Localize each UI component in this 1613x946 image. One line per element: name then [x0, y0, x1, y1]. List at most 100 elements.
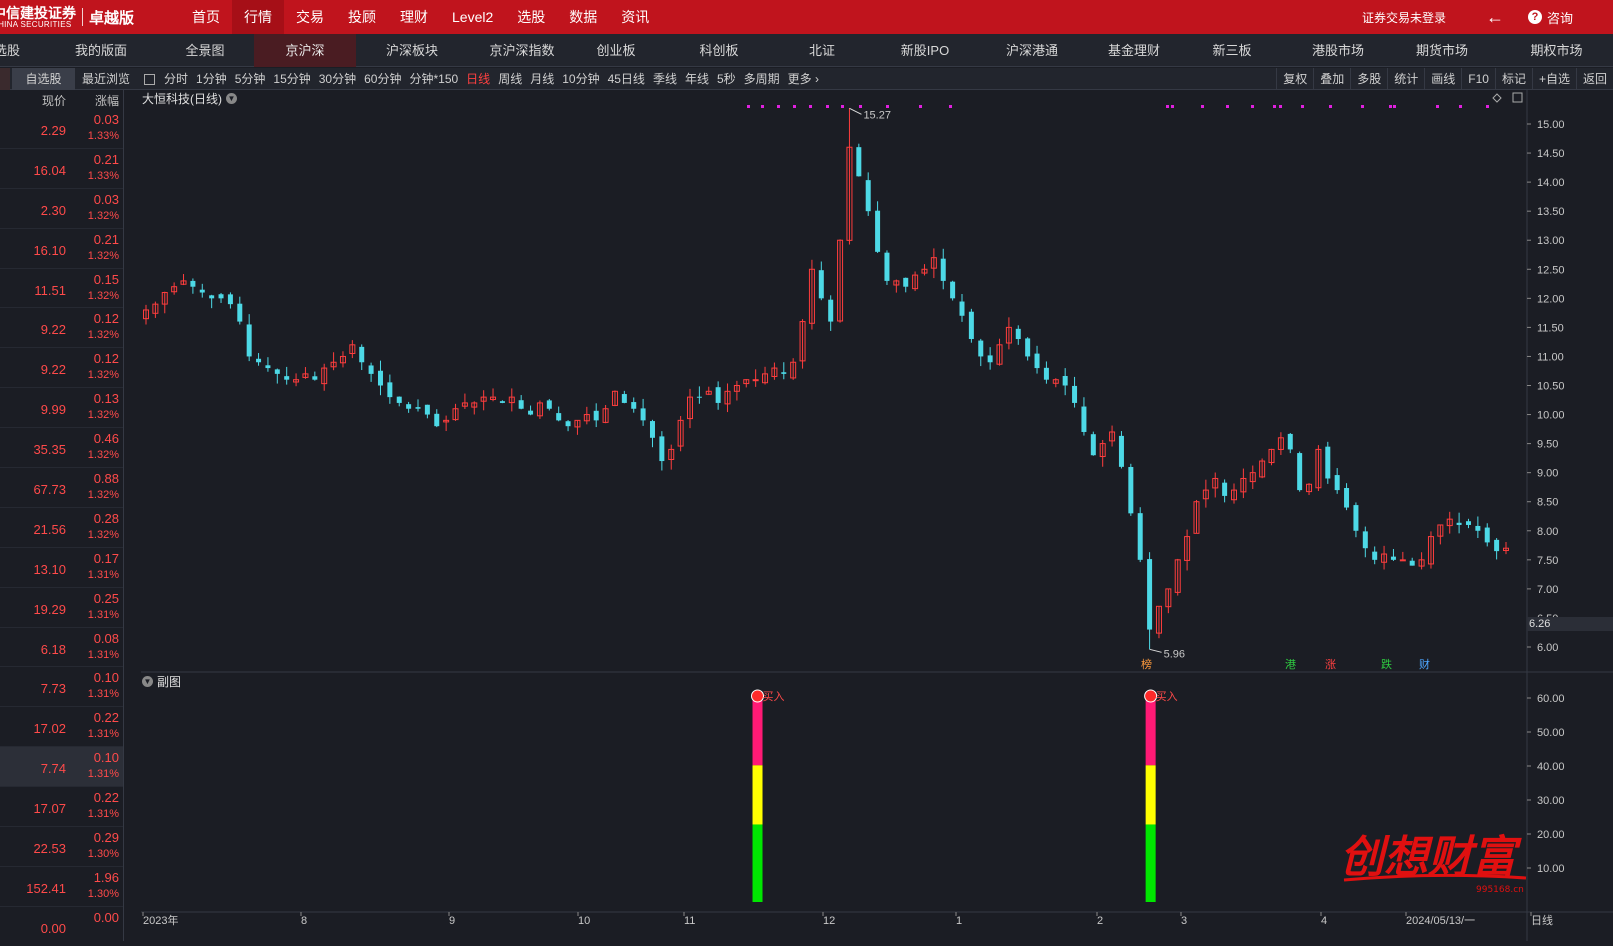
chart-title[interactable]: 大恒科技(日线) ▼	[142, 90, 237, 106]
kline-chart[interactable]: 15.00 14.50 14.00 13.50 13.00 12.50 12.00 11.50…	[141, 90, 1613, 941]
y-tick-label: 14.50	[1537, 148, 1565, 160]
period-option[interactable]: 月线	[530, 68, 554, 90]
stock-row[interactable]: 21.56 0.28 1.32%	[0, 508, 123, 548]
period-option[interactable]: 45日线	[608, 68, 645, 90]
top-nav-item[interactable]: 投顾	[336, 0, 388, 34]
chart-tool-button[interactable]: 叠加	[1313, 68, 1350, 90]
market-tab[interactable]: 期货市场	[1394, 34, 1490, 67]
x-axis-label: 9	[449, 915, 455, 927]
top-nav-item[interactable]: 资讯	[609, 0, 661, 34]
market-tab[interactable]: 沪深板块	[364, 34, 460, 67]
period-option[interactable]: 分钟*150	[409, 68, 458, 90]
recent-tab[interactable]: 最近浏览	[82, 68, 130, 90]
candle-body	[368, 365, 374, 374]
top-nav-item[interactable]: Level2	[440, 0, 505, 34]
stock-row[interactable]: 0.00 0.00	[0, 907, 123, 941]
stock-row[interactable]: 16.04 0.21 1.33%	[0, 149, 123, 189]
stock-row[interactable]: 16.10 0.21 1.32%	[0, 229, 123, 269]
market-tab[interactable]: 京沪深指数	[474, 34, 570, 67]
top-nav-item[interactable]: 交易	[284, 0, 336, 34]
chart-tool-button[interactable]: 画线	[1424, 68, 1461, 90]
top-nav-item[interactable]: 选股	[505, 0, 557, 34]
stock-row[interactable]: 6.18 0.08 1.31%	[0, 628, 123, 668]
candle-body	[856, 147, 862, 177]
candle-body	[565, 421, 571, 427]
period-option[interactable]: 10分钟	[562, 68, 599, 90]
stock-row[interactable]: 17.02 0.22 1.31%	[0, 707, 123, 748]
market-tab[interactable]: 基金理财	[1086, 34, 1182, 67]
top-nav-item[interactable]: 数据	[557, 0, 609, 34]
stock-row[interactable]: 7.73 0.10 1.31%	[0, 667, 123, 708]
chart-tool-button[interactable]: 多股	[1350, 68, 1387, 90]
period-option[interactable]: 年线	[685, 68, 709, 90]
stock-row[interactable]: 13.10 0.17 1.31%	[0, 548, 123, 588]
sub-chart-title[interactable]: ▼ 副图	[142, 673, 181, 690]
top-right: 证券交易未登录 ← ? 咨询	[1362, 0, 1613, 34]
period-option[interactable]: 5秒	[717, 68, 736, 90]
stock-row[interactable]: 9.22 0.12 1.32%	[0, 308, 123, 349]
period-option[interactable]: 30分钟	[319, 68, 356, 90]
x-axis-label: 2023年	[143, 913, 178, 927]
col-price[interactable]: 现价	[42, 92, 66, 109]
period-option[interactable]: 1分钟	[196, 68, 227, 90]
expand-icon	[1512, 92, 1523, 103]
chart-tool-button[interactable]: 复权	[1276, 68, 1313, 90]
period-option[interactable]: 更多 ›	[788, 68, 819, 90]
stock-row[interactable]: 9.22 0.12 1.32%	[0, 348, 123, 389]
stock-row[interactable]: 19.29 0.25 1.31%	[0, 588, 123, 628]
back-arrow-icon[interactable]: ←	[1486, 7, 1504, 28]
period-option[interactable]: 日线	[466, 68, 490, 90]
market-tab[interactable]: 新股IPO	[880, 34, 970, 67]
market-tab[interactable]: 科创板	[676, 34, 762, 67]
stock-row[interactable]: 22.53 0.29 1.30%	[0, 827, 123, 867]
market-tab[interactable]: 北证	[780, 34, 864, 67]
chart-tool-button[interactable]: F10	[1461, 68, 1495, 90]
stock-row[interactable]: 11.51 0.15 1.32%	[0, 269, 123, 309]
market-tab[interactable]: 期权市场	[1500, 34, 1613, 67]
panel-toggle-icon[interactable]	[144, 73, 155, 85]
candle-body	[1137, 513, 1143, 560]
period-option[interactable]: 5分钟	[235, 68, 266, 90]
period-option[interactable]: 季线	[653, 68, 677, 90]
y-tick-label: 8.00	[1537, 526, 1558, 538]
chevron-down-icon[interactable]: ▼	[226, 92, 237, 104]
col-change[interactable]: 涨幅	[95, 92, 119, 109]
stock-price: 0.00	[40, 920, 66, 936]
stock-row[interactable]: 152.41 1.96 1.30%	[0, 867, 123, 907]
market-tab[interactable]: 京沪深	[254, 34, 356, 67]
event-tag: 港	[1285, 658, 1296, 671]
stock-row[interactable]: 9.99 0.13 1.32%	[0, 388, 123, 429]
stock-row[interactable]: 17.07 0.22 1.31%	[0, 787, 123, 828]
top-nav-item[interactable]: 首页	[180, 0, 232, 34]
period-option[interactable]: 分时	[164, 68, 188, 90]
chart-tool-button[interactable]: 统计	[1387, 68, 1424, 90]
market-tab[interactable]: 沪深港通	[984, 34, 1080, 67]
chart-tool-button[interactable]: 标记	[1494, 68, 1532, 90]
candle-body	[199, 289, 205, 293]
market-tab[interactable]: 创业板	[576, 34, 656, 67]
chart-tool-button[interactable]: 返回	[1575, 68, 1613, 90]
chart-area[interactable]: 15.00 14.50 14.00 13.50 13.00 12.50 12.00 11.50…	[141, 90, 1613, 941]
market-tab[interactable]: 选股	[0, 34, 20, 67]
market-tab[interactable]: 新三板	[1190, 34, 1274, 67]
market-tab[interactable]: 全景图	[165, 34, 245, 67]
market-tab[interactable]: 我的版面	[62, 34, 140, 67]
stock-price: 19.29	[33, 601, 66, 617]
watchlist-tab[interactable]: 自选股	[12, 68, 75, 90]
top-nav-item[interactable]: 行情	[232, 0, 284, 34]
period-option[interactable]: 多周期	[744, 68, 780, 90]
stock-row[interactable]: 67.73 0.88 1.32%	[0, 468, 123, 508]
consult-button[interactable]: ? 咨询	[1527, 8, 1573, 27]
period-option[interactable]: 15分钟	[273, 68, 310, 90]
stock-row[interactable]: 2.30 0.03 1.32%	[0, 189, 123, 229]
login-status[interactable]: 证券交易未登录	[1362, 9, 1446, 26]
period-option[interactable]: 60分钟	[364, 68, 401, 90]
stock-row[interactable]: 35.35 0.46 1.32%	[0, 428, 123, 469]
chart-tool-button[interactable]: +自选	[1531, 68, 1576, 90]
stock-row[interactable]: 7.74 0.10 1.31%	[0, 747, 123, 788]
market-tab[interactable]: 港股市场	[1290, 34, 1386, 67]
top-nav-item[interactable]: 理财	[388, 0, 440, 34]
chevron-down-icon[interactable]: ▼	[142, 676, 153, 687]
period-option[interactable]: 周线	[498, 68, 522, 90]
stock-row[interactable]: 2.29 0.03 1.33%	[0, 109, 123, 149]
